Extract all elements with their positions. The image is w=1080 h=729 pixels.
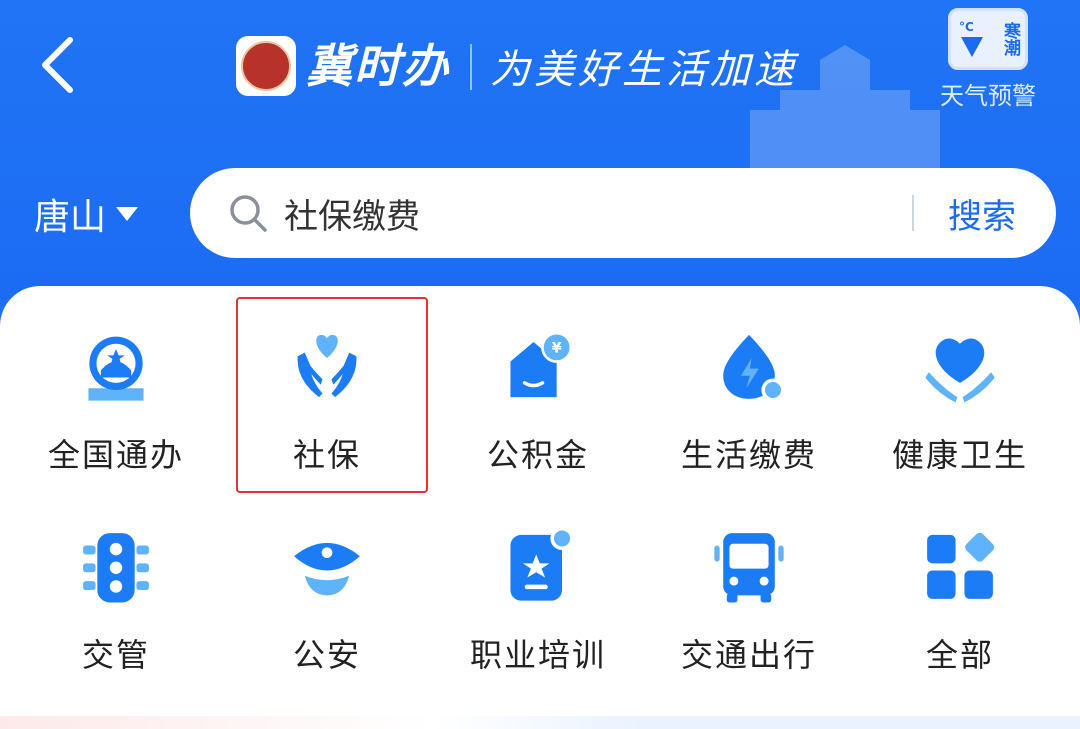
service-label: 公积金 — [486, 436, 589, 474]
service-housing-fund[interactable]: ¥ 公积金 — [433, 286, 643, 476]
heart-hands-icon — [297, 334, 357, 398]
city-name: 唐山 — [34, 197, 107, 238]
search-bar[interactable]: 社保缴费 搜索 — [190, 168, 1056, 258]
water-drop-bolt-icon — [723, 334, 785, 402]
service-label: 全部 — [925, 636, 994, 674]
service-transportation[interactable]: 交通出行 — [644, 486, 854, 676]
service-traffic-control[interactable]: 交管 — [11, 486, 221, 676]
globe-icon — [88, 336, 144, 401]
search-input[interactable]: 社保缴费 — [284, 189, 912, 238]
weather-alert-icon: °C 寒潮 — [948, 8, 1028, 70]
service-public-security[interactable]: 公安 — [222, 486, 432, 676]
back-arrow-icon[interactable] — [30, 30, 90, 100]
grid-all-icon — [927, 532, 995, 599]
service-label: 健康卫生 — [891, 436, 1028, 474]
app-slogan: 为美好生活加速 — [490, 47, 798, 93]
service-national[interactable]: 全国通办 — [11, 286, 221, 476]
service-social-security[interactable]: 社保 — [222, 286, 432, 476]
service-vocational-training[interactable]: 职业培训 — [433, 486, 643, 676]
caret-down-icon — [116, 207, 139, 221]
weather-alert-label: 天气预警 — [940, 82, 1036, 110]
search-icon — [230, 195, 267, 232]
service-label: 职业培训 — [469, 636, 606, 674]
weather-badge-text: 寒潮 — [1000, 22, 1020, 56]
service-label: 生活缴费 — [680, 436, 817, 474]
service-utility-payment[interactable]: 生活缴费 — [644, 286, 854, 476]
traffic-light-icon — [83, 533, 149, 603]
search-button[interactable]: 搜索 — [948, 189, 1016, 238]
services-panel: 全国通办 社保 ¥ 公积金 生活缴费 健康卫生 交管 公安 职业培训 交通出行 … — [0, 286, 1080, 729]
heart-care-icon — [925, 338, 995, 403]
app-name: 冀时办 — [306, 39, 450, 93]
service-all[interactable]: 全部 — [855, 486, 1065, 676]
temperature-down-icon: °C — [959, 20, 983, 57]
svg-text:°C: °C — [959, 20, 974, 34]
service-health[interactable]: 健康卫生 — [855, 286, 1065, 476]
svg-text:¥: ¥ — [552, 341, 562, 357]
certificate-icon — [510, 526, 574, 601]
weather-alert-button[interactable]: °C 寒潮 天气预警 — [930, 8, 1046, 118]
search-divider — [912, 195, 914, 231]
police-cap-icon — [294, 542, 360, 596]
top-header: 冀时办 为美好生活加速 °C 寒潮 天气预警 唐山 社保缴费 搜索 — [0, 0, 1080, 300]
bus-icon — [714, 533, 784, 603]
service-label: 全国通办 — [47, 436, 184, 474]
service-label: 社保 — [292, 436, 361, 474]
city-selector[interactable]: 唐山 — [34, 186, 139, 242]
app-logo — [236, 36, 296, 96]
service-label: 公安 — [292, 636, 361, 674]
title-divider — [470, 44, 472, 90]
bottom-banner-edge — [0, 716, 1080, 729]
logo-seal-icon — [241, 41, 291, 91]
service-label: 交管 — [81, 636, 150, 674]
house-fund-icon: ¥ — [510, 331, 573, 398]
service-label: 交通出行 — [680, 636, 817, 674]
